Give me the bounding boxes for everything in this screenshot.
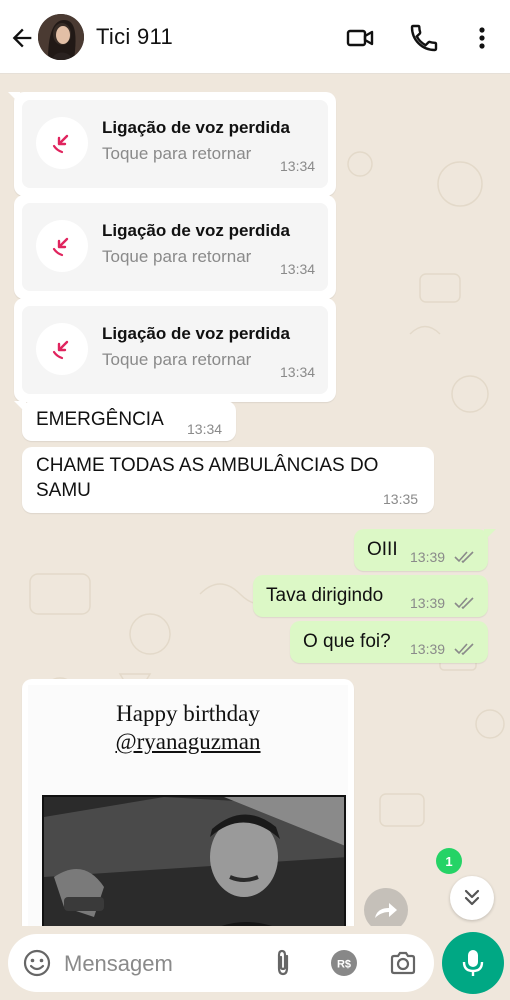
- scroll-down-button[interactable]: [450, 876, 494, 920]
- emoji-icon[interactable]: [22, 948, 52, 978]
- message-time: 13:39: [410, 549, 446, 565]
- story-caption: Happy birthday: [116, 701, 260, 726]
- incoming-message[interactable]: EMERGÊNCIA 13:34: [14, 401, 236, 441]
- svg-text:R$: R$: [337, 959, 351, 971]
- call-title: Ligação de voz perdida: [102, 221, 290, 240]
- message-composer[interactable]: Mensagem R$: [8, 934, 434, 992]
- message-time: 13:34: [280, 158, 316, 174]
- read-ticks-icon: [454, 551, 474, 564]
- bubble-tail: [484, 529, 496, 541]
- missed-call-icon: [52, 134, 69, 154]
- story-photo[interactable]: [42, 795, 346, 926]
- chat-header: Tici 911: [0, 0, 510, 74]
- currency-icon[interactable]: R$: [329, 948, 359, 978]
- mic-icon: [462, 950, 484, 976]
- back-arrow-icon[interactable]: [8, 24, 36, 52]
- video-call-icon[interactable]: [344, 22, 376, 54]
- photo-image: [44, 797, 344, 926]
- outgoing-message[interactable]: Tava dirigindo 13:39: [253, 575, 488, 617]
- read-ticks-icon: [454, 597, 474, 610]
- outgoing-message[interactable]: OIII 13:39: [354, 529, 496, 571]
- message-input[interactable]: Mensagem: [64, 951, 173, 977]
- missed-call-message[interactable]: Ligação de voz perdida Toque para retorn…: [14, 298, 336, 402]
- call-card[interactable]: Ligação de voz perdida Toque para retorn…: [22, 306, 328, 394]
- message-time: 13:39: [410, 641, 446, 657]
- missed-call-message[interactable]: Ligação de voz perdida Toque para retorn…: [8, 92, 336, 196]
- call-card[interactable]: Ligação de voz perdida Toque para retorn…: [22, 203, 328, 291]
- outgoing-message[interactable]: O que foi? 13:39: [290, 621, 488, 663]
- message-time: 13:34: [280, 364, 316, 380]
- voice-record-button[interactable]: [442, 932, 504, 994]
- bubble-tail: [22, 679, 26, 691]
- message-text: O que foi?: [303, 631, 391, 652]
- missed-call-icon-wrap: [36, 220, 88, 272]
- contact-name[interactable]: Tici 911: [96, 24, 173, 50]
- message-text: CHAME TODAS AS AMBULÂNCIAS DO SAMU: [36, 455, 379, 501]
- incoming-message[interactable]: CHAME TODAS AS AMBULÂNCIAS DO SAMU 13:35: [22, 447, 434, 513]
- call-title: Ligação de voz perdida: [102, 118, 290, 137]
- story-mention[interactable]: @ryanaguzman: [28, 729, 348, 755]
- call-card[interactable]: Ligação de voz perdida Toque para retorn…: [22, 100, 328, 188]
- message-text: EMERGÊNCIA: [36, 409, 164, 430]
- chat-area[interactable]: Ligação de voz perdida Toque para retorn…: [0, 74, 510, 926]
- missed-call-icon: [52, 340, 69, 360]
- forward-icon: [375, 903, 397, 918]
- call-subtitle: Toque para retornar: [102, 247, 252, 266]
- double-chevron-down-icon: [464, 889, 480, 906]
- message-text: Tava dirigindo: [266, 585, 384, 606]
- camera-icon[interactable]: [388, 948, 418, 978]
- missed-call-icon-wrap: [36, 323, 88, 375]
- message-time: 13:35: [383, 491, 419, 507]
- missed-call-icon: [52, 237, 69, 257]
- message-time: 13:39: [410, 595, 446, 611]
- story-card: Happy birthday @ryanaguzman: [28, 685, 348, 926]
- bubble-tail: [8, 92, 20, 104]
- attach-icon[interactable]: [268, 948, 298, 978]
- message-text: OIII: [367, 539, 398, 560]
- missed-call-icon-wrap: [36, 117, 88, 169]
- unread-badge: 1: [436, 848, 462, 874]
- image-message[interactable]: Happy birthday @ryanaguzman: [22, 679, 354, 926]
- bubble-tail: [14, 401, 26, 413]
- read-ticks-icon: [454, 643, 474, 656]
- message-time: 13:34: [187, 421, 223, 437]
- more-vert-icon[interactable]: [466, 22, 498, 54]
- forward-button[interactable]: [364, 888, 408, 926]
- call-subtitle: Toque para retornar: [102, 144, 252, 163]
- avatar[interactable]: [38, 14, 84, 60]
- message-time: 13:34: [280, 261, 316, 277]
- call-subtitle: Toque para retornar: [102, 350, 252, 369]
- phone-icon[interactable]: [408, 22, 440, 54]
- call-title: Ligação de voz perdida: [102, 324, 290, 343]
- missed-call-message[interactable]: Ligação de voz perdida Toque para retorn…: [14, 195, 336, 299]
